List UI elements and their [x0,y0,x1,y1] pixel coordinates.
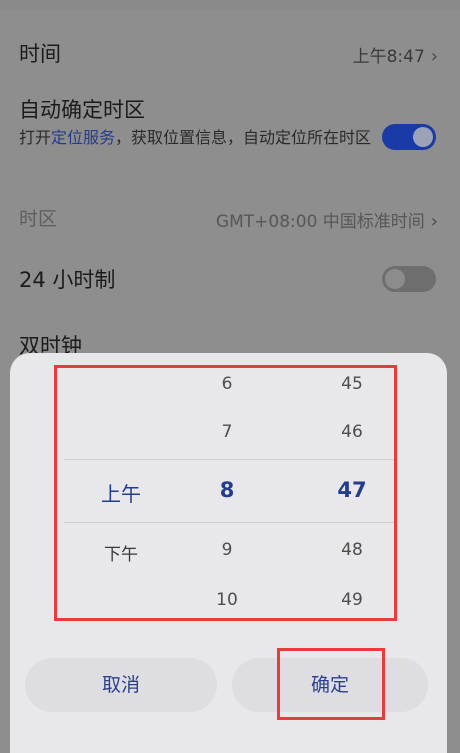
time-value: 上午8:47 › [353,42,438,67]
toggle-knob [385,269,405,289]
hour24-toggle[interactable] [382,266,436,292]
picker-highlight-box [54,365,397,621]
time-label: 时间 [19,42,61,66]
timezone-row: 时区 GMT+08:00 中国标准时间 › [0,196,460,240]
chevron-right-icon: › [430,211,438,232]
auto-timezone-row[interactable]: 自动确定时区 打开定位服务，获取位置信息，自动定位所在时区 [0,88,460,184]
auto-timezone-desc: 打开定位服务，获取位置信息，自动定位所在时区 [19,126,379,150]
desc-suffix: ，获取位置信息，自动定位所在时区 [115,128,372,147]
status-strip [0,0,460,10]
hour24-row[interactable]: 24 小时制 [0,258,460,302]
chevron-right-icon: › [430,46,438,67]
location-service-link[interactable]: 定位服务 [51,128,115,147]
auto-timezone-toggle[interactable] [382,124,436,150]
timezone-value-text: GMT+08:00 中国标准时间 [215,212,425,232]
time-row[interactable]: 时间 上午8:47 › [0,30,460,80]
desc-prefix: 打开 [19,128,52,147]
hour24-label: 24 小时制 [19,268,116,292]
time-value-text: 上午8:47 [352,47,425,67]
timezone-value: GMT+08:00 中国标准时间 › [216,207,438,232]
toggle-knob [413,127,433,147]
auto-timezone-label: 自动确定时区 [19,98,145,122]
timezone-label: 时区 [19,208,58,230]
cancel-button[interactable]: 取消 [25,658,217,712]
confirm-highlight-box [277,648,385,720]
